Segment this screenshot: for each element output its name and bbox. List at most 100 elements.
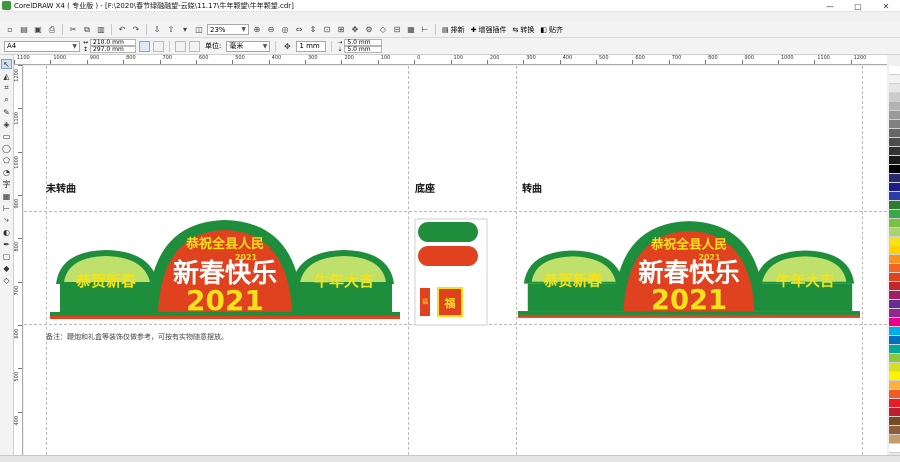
current-page-button[interactable] <box>189 40 201 52</box>
save-icon[interactable]: ▣ <box>32 24 44 36</box>
color-swatch[interactable] <box>889 192 900 201</box>
copy-icon[interactable]: ⧉ <box>81 24 93 36</box>
blend-tool-icon[interactable]: ◐ <box>1 227 12 237</box>
text-tool-icon[interactable]: 字 <box>1 179 12 189</box>
color-swatch[interactable] <box>889 381 900 390</box>
color-swatch[interactable] <box>889 120 900 129</box>
color-swatch[interactable] <box>889 408 900 417</box>
zoom-height-icon[interactable]: ⇕ <box>307 24 319 36</box>
greeting-arch-artwork[interactable]: 恭贺新春 牛年大吉 恭祝全县人民 2021 新春快乐 2021 <box>50 216 400 324</box>
landscape-button[interactable] <box>153 40 165 52</box>
options-icon[interactable]: ⚙ <box>363 24 375 36</box>
connector-tool-icon[interactable]: ⤷ <box>1 215 12 225</box>
basic-shapes-icon[interactable]: ◔ <box>1 167 12 177</box>
fill-tool-icon[interactable]: ◆ <box>1 263 12 273</box>
application-launcher-icon[interactable]: ▾ <box>179 24 191 36</box>
color-swatch[interactable] <box>889 66 900 75</box>
color-swatch[interactable] <box>889 336 900 345</box>
guide-line[interactable] <box>516 66 517 455</box>
crop-tool-icon[interactable]: ⌗ <box>1 83 12 93</box>
color-swatch[interactable] <box>889 390 900 399</box>
zoom-level-select[interactable]: 23% ▼ <box>207 24 249 35</box>
color-swatch[interactable] <box>889 273 900 282</box>
all-pages-button[interactable] <box>175 40 187 52</box>
color-swatch[interactable] <box>889 93 900 102</box>
color-swatch[interactable] <box>889 444 900 453</box>
interactive-fill-icon[interactable]: ◇ <box>1 275 12 285</box>
snap-to-button[interactable]: ◧ 贴齐 <box>538 25 565 35</box>
base-artwork[interactable]: 福 福 <box>414 218 488 326</box>
print-icon[interactable]: ⎙ <box>46 24 58 36</box>
unit-select[interactable]: 毫米 ▼ <box>226 40 271 52</box>
plugin-button[interactable]: ✚ 增强插件 <box>469 25 509 35</box>
eyedropper-tool-icon[interactable]: ✒ <box>1 239 12 249</box>
page-size-select[interactable]: A4 ▼ <box>4 40 80 52</box>
color-swatch[interactable] <box>889 129 900 138</box>
color-swatch[interactable] <box>889 282 900 291</box>
color-swatch[interactable] <box>889 165 900 174</box>
color-swatch[interactable] <box>889 75 900 84</box>
color-swatch[interactable] <box>889 246 900 255</box>
color-swatch[interactable] <box>889 174 900 183</box>
color-swatch[interactable] <box>889 201 900 210</box>
color-swatch[interactable] <box>889 426 900 435</box>
color-swatch[interactable] <box>889 417 900 426</box>
color-swatch[interactable] <box>889 138 900 147</box>
close-button[interactable]: ✕ <box>872 0 900 12</box>
outline-tool-icon[interactable]: ▢ <box>1 251 12 261</box>
guide-line[interactable] <box>862 66 863 455</box>
page-width-input[interactable]: 210.0 mm <box>90 39 137 46</box>
color-swatch[interactable] <box>889 363 900 372</box>
color-swatch[interactable] <box>889 264 900 273</box>
minimize-button[interactable]: — <box>816 0 844 12</box>
zoom-in-icon[interactable]: ⊕ <box>251 24 263 36</box>
color-swatch[interactable] <box>889 183 900 192</box>
color-swatch[interactable] <box>889 291 900 300</box>
guide-line[interactable] <box>46 66 47 455</box>
color-swatch[interactable] <box>889 237 900 246</box>
import-icon[interactable]: ⇩ <box>151 24 163 36</box>
rectangle-tool-icon[interactable]: ▭ <box>1 131 12 141</box>
rulers-icon[interactable]: ⊢ <box>419 24 431 36</box>
maximize-button[interactable]: ▢ <box>844 0 872 12</box>
zoom-page-icon[interactable]: ◎ <box>279 24 291 36</box>
color-swatch[interactable] <box>889 345 900 354</box>
color-swatch[interactable] <box>889 327 900 336</box>
pan-icon[interactable]: ✥ <box>349 24 361 36</box>
vertical-ruler[interactable]: 1200 1100 1000 900 800 700 600 500 400 <box>14 65 23 455</box>
portrait-button[interactable] <box>139 40 151 52</box>
ellipse-tool-icon[interactable]: ◯ <box>1 143 12 153</box>
color-swatch[interactable] <box>889 318 900 327</box>
paste-icon[interactable]: ▥ <box>95 24 107 36</box>
duplicate-x-input[interactable]: 5.0 mm <box>344 39 383 46</box>
duplicate-y-input[interactable]: 5.0 mm <box>344 46 383 53</box>
cut-icon[interactable]: ✂ <box>67 24 79 36</box>
zoom-all-icon[interactable]: ⊞ <box>335 24 347 36</box>
color-swatch[interactable] <box>889 147 900 156</box>
color-swatch[interactable] <box>889 435 900 444</box>
color-swatch[interactable] <box>889 399 900 408</box>
undo-icon[interactable]: ↶ <box>116 24 128 36</box>
guides-icon[interactable]: ⊟ <box>391 24 403 36</box>
color-swatch[interactable] <box>889 84 900 93</box>
color-swatch[interactable] <box>889 354 900 363</box>
publish-button[interactable]: ▤ 排新 <box>440 25 467 35</box>
grid-icon[interactable]: ▦ <box>405 24 417 36</box>
color-swatch[interactable] <box>889 210 900 219</box>
color-swatch[interactable] <box>889 111 900 120</box>
drawing-canvas[interactable]: 未转曲 底座 转曲 恭贺新春 牛年大吉 恭祝全县人民 2021 新春快乐 202… <box>24 66 887 455</box>
redo-icon[interactable]: ↷ <box>130 24 142 36</box>
nudge-distance-input[interactable]: 1 mm <box>296 40 327 52</box>
convert-button[interactable]: ⇆ 转换 <box>511 25 537 35</box>
smart-fill-icon[interactable]: ◈ <box>1 119 12 129</box>
snap-icon[interactable]: ◇ <box>377 24 389 36</box>
color-swatch[interactable] <box>889 228 900 237</box>
welcome-screen-icon[interactable]: ◫ <box>193 24 205 36</box>
color-swatch[interactable] <box>889 219 900 228</box>
pick-tool-icon[interactable]: ↖ <box>1 59 12 69</box>
open-file-icon[interactable]: ▤ <box>18 24 30 36</box>
color-swatch[interactable] <box>889 309 900 318</box>
zoom-width-icon[interactable]: ⇔ <box>293 24 305 36</box>
freehand-tool-icon[interactable]: ✎ <box>1 107 12 117</box>
shape-tool-icon[interactable]: ◭ <box>1 71 12 81</box>
